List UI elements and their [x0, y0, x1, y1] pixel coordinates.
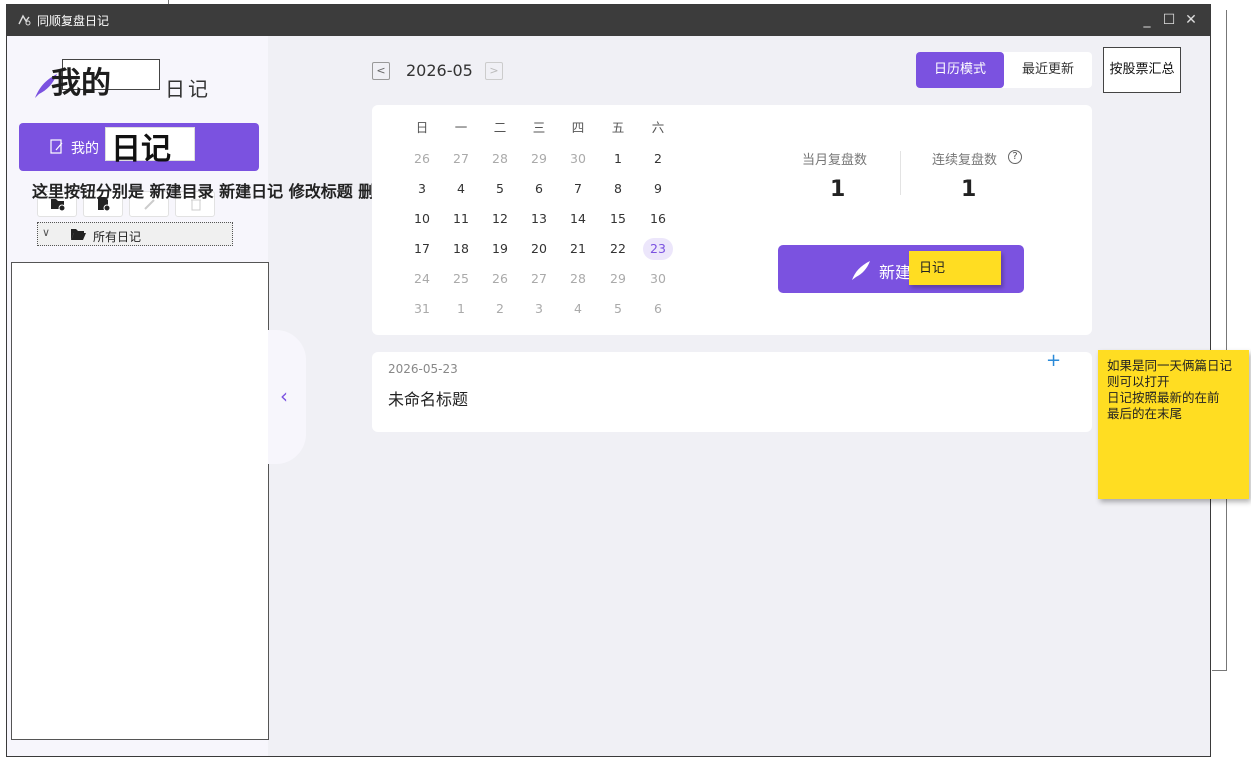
sticky-line: 如果是同一天俩篇日记: [1107, 358, 1233, 373]
streak-count-label: 连续复盘数: [932, 153, 998, 168]
calendar-day[interactable]: 11: [446, 208, 476, 230]
calendar-day[interactable]: 6: [524, 178, 554, 200]
collapse-sidebar-tab[interactable]: ‹: [268, 330, 306, 464]
desktop-edge: [1226, 10, 1227, 670]
calendar-day[interactable]: 26: [407, 148, 437, 170]
calendar-day[interactable]: 22: [603, 238, 633, 260]
next-month-button[interactable]: >: [485, 62, 503, 80]
edit-doc-icon: [50, 139, 63, 154]
calendar-day[interactable]: 8: [603, 178, 633, 200]
monthly-count-value: 1: [830, 177, 846, 202]
sticky-note-large: 如果是同一天俩篇日记 则可以打开 日记按照最新的在前 最后的在末尾: [1098, 350, 1249, 499]
diary-annotation: 日记: [111, 132, 171, 167]
calendar-day[interactable]: 28: [563, 268, 593, 290]
logo-text: 日记: [165, 77, 211, 101]
monthly-count-label: 当月复盘数: [802, 153, 868, 168]
calendar-day[interactable]: 20: [524, 238, 554, 260]
weekday-header: 六: [651, 120, 665, 135]
calendar-day[interactable]: 27: [446, 148, 476, 170]
calendar-day[interactable]: 17: [407, 238, 437, 260]
calendar-day[interactable]: 2: [643, 148, 673, 170]
calendar-day[interactable]: 19: [485, 238, 515, 260]
window-title: 同顺复盘日记: [37, 14, 110, 28]
desktop-edge: [1212, 670, 1227, 671]
logo-annotation: 我的: [51, 66, 111, 101]
calendar-day[interactable]: 10: [407, 208, 437, 230]
weekday-header: 二: [493, 120, 507, 135]
diary-entry-card[interactable]: 2026-05-23 未命名标题: [372, 352, 1092, 432]
calendar-day[interactable]: 25: [446, 268, 476, 290]
sticky-line: 则可以打开: [1107, 374, 1170, 389]
calendar-day[interactable]: 29: [603, 268, 633, 290]
sidebar: 日记 我的 我的 日记 这里按钮分别是 新建目录 新建日记 修改标题 删除 ∨ …: [7, 36, 390, 756]
new-diary-label: 新建: [879, 263, 912, 282]
view-mode-toggle: 日历模式 最近更新: [916, 52, 1092, 88]
sticky-line: 最后的在末尾: [1107, 406, 1183, 421]
my-diary-label: 我的: [71, 141, 99, 157]
feather-icon: [852, 261, 870, 280]
entry-date: 2026-05-23: [388, 362, 458, 376]
calendar-day[interactable]: 5: [603, 298, 633, 320]
chevron-left-icon: ‹: [280, 384, 288, 408]
calendar-day-today[interactable]: 23: [643, 238, 673, 260]
calendar-day[interactable]: 30: [563, 148, 593, 170]
help-icon[interactable]: ?: [1008, 150, 1022, 164]
calendar-day[interactable]: 16: [643, 208, 673, 230]
calendar-day[interactable]: 7: [563, 178, 593, 200]
month-label: 2026-05: [406, 61, 473, 80]
recent-mode-tab[interactable]: 最近更新: [1004, 52, 1092, 88]
tree-item-all[interactable]: ∨ 所有日记: [37, 222, 233, 246]
calendar-mode-tab[interactable]: 日历模式: [916, 52, 1004, 88]
chevron-down-icon[interactable]: ∨: [42, 226, 50, 239]
weekday-header: 一: [454, 120, 468, 135]
calendar-day[interactable]: 15: [603, 208, 633, 230]
calendar-day[interactable]: 6: [643, 298, 673, 320]
calendar-day[interactable]: 28: [485, 148, 515, 170]
calendar-day[interactable]: 1: [446, 298, 476, 320]
calendar-day[interactable]: 31: [407, 298, 437, 320]
stat-divider: [900, 151, 901, 195]
calendar-day[interactable]: 18: [446, 238, 476, 260]
calendar-day[interactable]: 27: [524, 268, 554, 290]
calendar-day[interactable]: 30: [643, 268, 673, 290]
close-button[interactable]: ✕: [1181, 11, 1201, 29]
minimize-button[interactable]: _: [1137, 11, 1157, 29]
weekday-header: 四: [571, 120, 585, 135]
calendar-day[interactable]: 4: [446, 178, 476, 200]
calendar-day[interactable]: 1: [603, 148, 633, 170]
calendar-day[interactable]: 5: [485, 178, 515, 200]
streak-count-value: 1: [961, 177, 977, 202]
calendar-day[interactable]: 3: [407, 178, 437, 200]
overlay-panel: [11, 262, 269, 740]
calendar-day[interactable]: 29: [524, 148, 554, 170]
app-icon: [18, 14, 31, 26]
calendar-day[interactable]: 2: [485, 298, 515, 320]
title-bar: 同顺复盘日记 _ ☐ ✕: [7, 5, 1210, 36]
stock-summary-button[interactable]: 按股票汇总: [1103, 47, 1181, 93]
maximize-button[interactable]: ☐: [1159, 11, 1179, 29]
calendar-day[interactable]: 13: [524, 208, 554, 230]
weekday-header: 三: [532, 120, 546, 135]
toolbar-annotation: 这里按钮分别是 新建目录 新建日记 修改标题 删除: [32, 182, 391, 201]
weekday-header: 五: [611, 120, 625, 135]
tree-item-label: 所有日记: [93, 230, 142, 244]
weekday-header: 日: [415, 120, 429, 135]
sticky-note: 日记: [909, 251, 1001, 285]
diary-tree: ∨ 所有日记: [29, 218, 243, 248]
calendar-day[interactable]: 24: [407, 268, 437, 290]
plus-icon[interactable]: +: [1046, 350, 1061, 371]
calendar-day[interactable]: 9: [643, 178, 673, 200]
calendar-day[interactable]: 4: [563, 298, 593, 320]
calendar-day[interactable]: 21: [563, 238, 593, 260]
entry-title: 未命名标题: [388, 390, 469, 409]
sticky-line: 日记按照最新的在前: [1107, 390, 1220, 405]
prev-month-button[interactable]: <: [372, 62, 390, 80]
calendar-day[interactable]: 12: [485, 208, 515, 230]
calendar-day[interactable]: 26: [485, 268, 515, 290]
calendar-card: 日一二三四五六 26 27 28 29 30 1 2 3 4 5 6 7 8 9 10 11 12 13 14 15 16…: [372, 105, 1092, 335]
folder-open-icon: [71, 229, 86, 240]
calendar-day[interactable]: 14: [563, 208, 593, 230]
calendar-day[interactable]: 3: [524, 298, 554, 320]
